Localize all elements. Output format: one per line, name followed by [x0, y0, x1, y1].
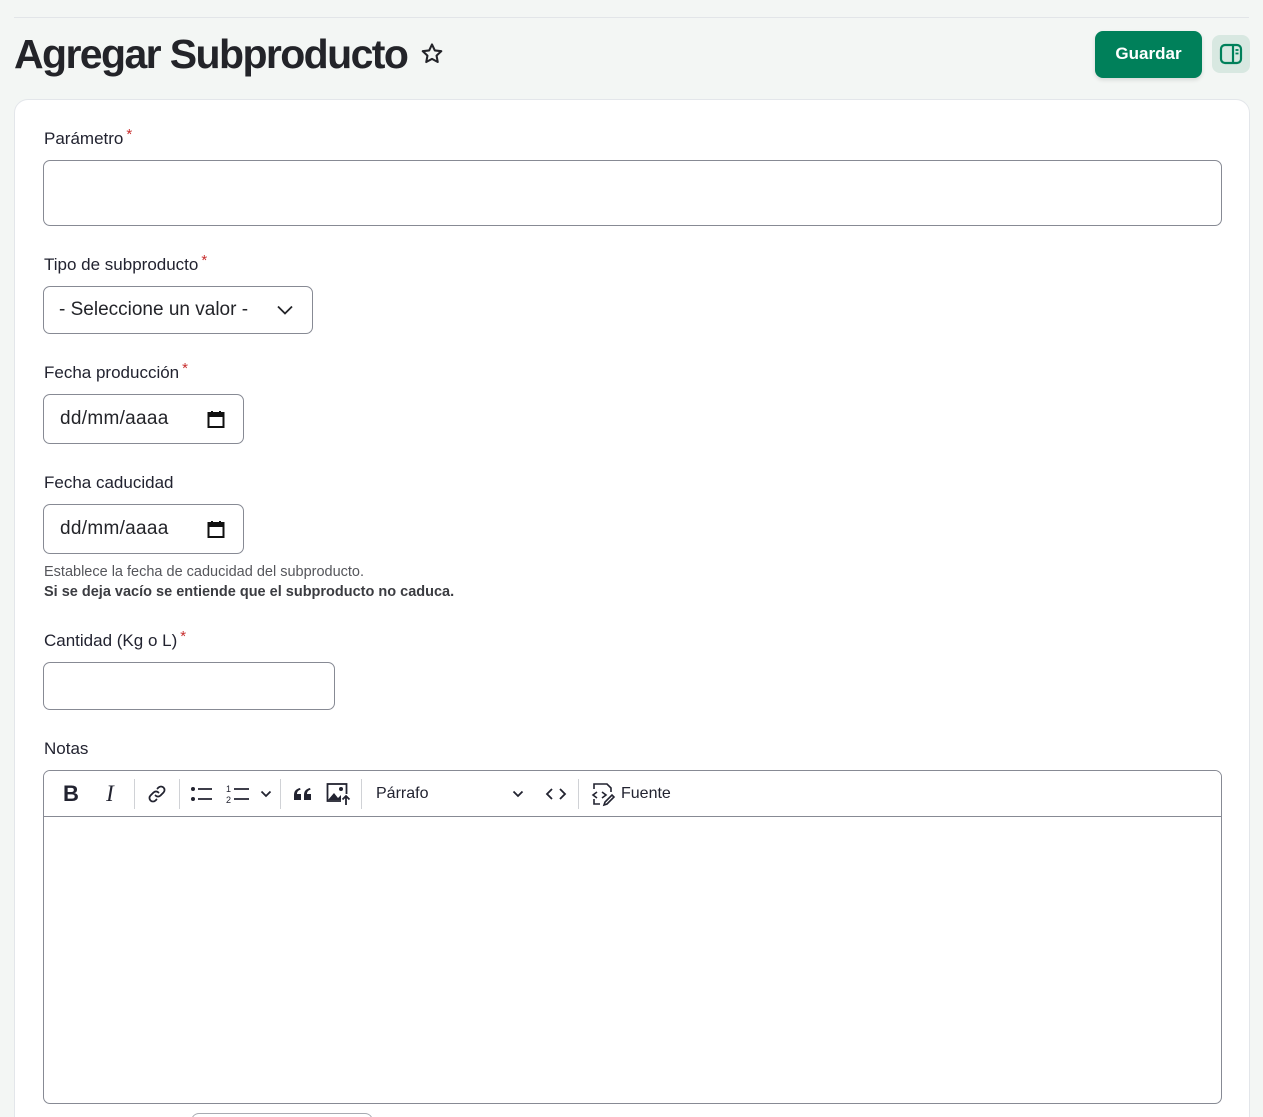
fecha-caducidad-input[interactable]: dd/mm/aaaa [43, 504, 244, 554]
numbered-list-button[interactable]: 12 [220, 777, 256, 811]
fecha-caducidad-label: Fecha caducidad [44, 473, 174, 492]
blockquote-icon [294, 787, 311, 800]
svg-text:2: 2 [226, 795, 231, 805]
source-icon [591, 782, 615, 806]
link-icon [148, 785, 166, 802]
date-placeholder: dd/mm/aaaa [60, 408, 169, 429]
fecha-caducidad-help: Establece la fecha de caducidad del subp… [44, 562, 454, 602]
notas-editor: B I 12 Párrafo Fuente [43, 770, 1222, 1104]
page-title: Agregar Subproducto [14, 31, 409, 77]
cantidad-label: Cantidad (Kg o L) * [44, 628, 187, 650]
required-mark: * [180, 628, 187, 645]
save-button[interactable]: Guardar [1095, 30, 1202, 78]
source-button[interactable]: Fuente [583, 781, 671, 807]
form-card: Parámetro * Tipo de subproducto * - Selecc… [14, 99, 1250, 1117]
chevron-down-icon [277, 305, 293, 315]
fecha-produccion-label: Fecha producción * [44, 360, 188, 382]
toolbar-separator [134, 778, 135, 809]
heading-dropdown[interactable]: Párrafo [366, 777, 538, 811]
heading-value: Párrafo [376, 784, 429, 802]
sidebar-toggle-button[interactable] [1212, 35, 1250, 73]
top-divider [14, 17, 1249, 18]
svg-text:1: 1 [226, 784, 231, 794]
help-note: Si se deja vacío se entiende que el subp… [44, 584, 455, 600]
chevron-down-icon [512, 790, 524, 797]
italic-button[interactable]: I [90, 777, 130, 811]
bulleted-list-button[interactable] [184, 777, 220, 811]
cantidad-input[interactable] [43, 662, 335, 710]
editor-content-area[interactable] [44, 817, 1221, 1103]
numbered-list-options-button[interactable] [256, 777, 276, 811]
next-field-peek [191, 1113, 373, 1117]
tipo-subproducto-select[interactable]: - Seleccione un valor - [43, 286, 313, 334]
parametro-input[interactable] [43, 160, 1222, 226]
numbered-list-icon: 12 [226, 784, 249, 805]
required-mark: * [126, 126, 133, 143]
source-label: Fuente [621, 784, 671, 802]
editor-toolbar: B I 12 Párrafo Fuente [44, 771, 1221, 817]
select-value: - Seleccione un valor - [59, 299, 249, 320]
chevron-down-icon [260, 790, 272, 797]
blockquote-button[interactable] [285, 777, 321, 811]
fecha-produccion-input[interactable]: dd/mm/aaaa [43, 394, 244, 444]
toolbar-separator [280, 778, 281, 809]
help-description: Establece la fecha de caducidad del subp… [44, 564, 365, 580]
parametro-label: Parámetro * [44, 126, 133, 148]
code-icon [545, 787, 567, 800]
date-placeholder: dd/mm/aaaa [60, 518, 169, 539]
required-mark: * [201, 252, 208, 269]
image-upload-button[interactable] [321, 777, 357, 811]
calendar-icon[interactable] [207, 410, 225, 429]
bold-button[interactable]: B [52, 777, 90, 811]
code-button[interactable] [538, 777, 574, 811]
toolbar-separator [578, 778, 579, 809]
toolbar-separator [179, 778, 180, 809]
toolbar-separator [361, 778, 362, 809]
bulleted-list-icon [191, 786, 212, 801]
tipo-subproducto-label: Tipo de subproducto * [44, 252, 208, 274]
page-header: Agregar Subproducto Guardar [14, 28, 1250, 80]
sidebar-toggle-icon [1219, 43, 1243, 65]
link-button[interactable] [139, 777, 175, 811]
required-mark: * [182, 360, 188, 377]
calendar-icon[interactable] [207, 520, 225, 539]
star-icon[interactable] [419, 41, 445, 67]
image-upload-icon [326, 782, 351, 806]
notas-label: Notas [44, 739, 89, 758]
